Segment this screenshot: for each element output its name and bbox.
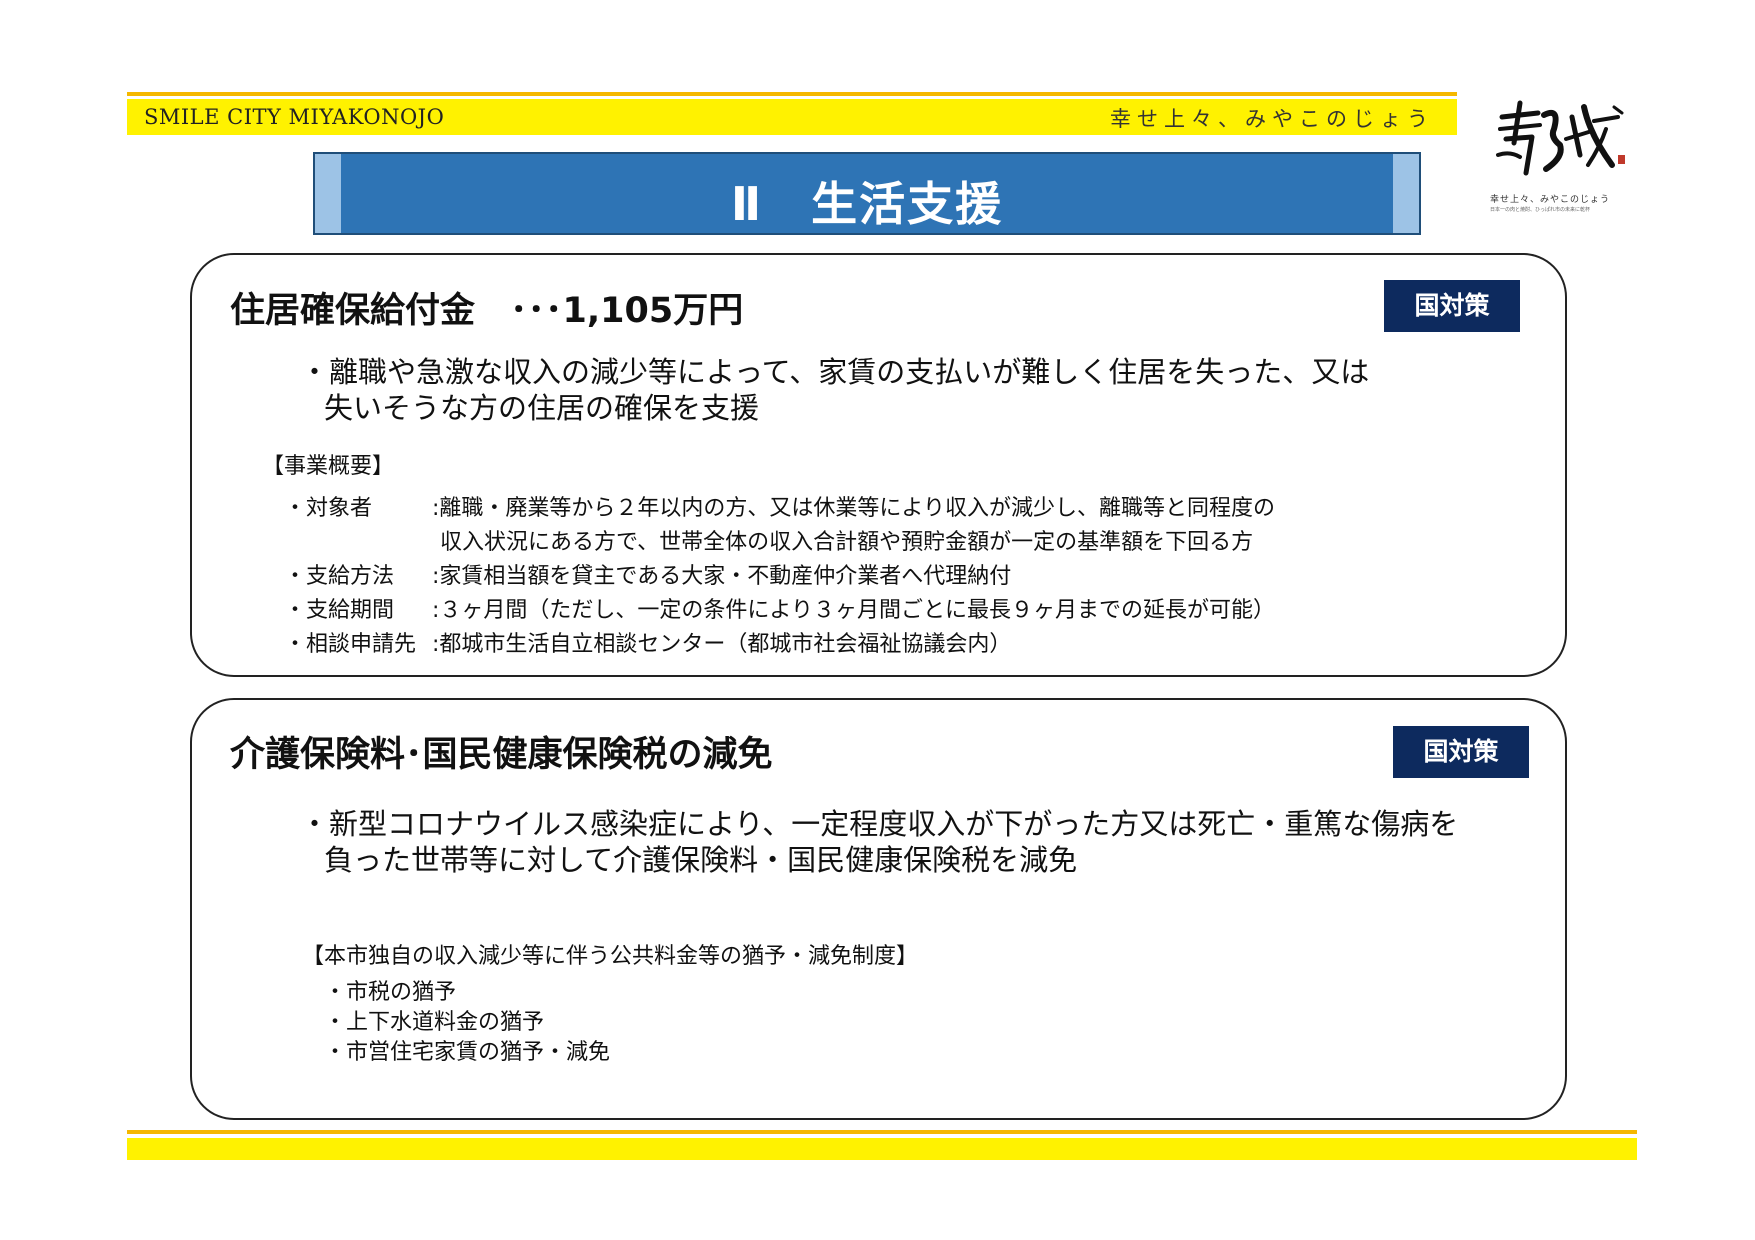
overview-label: ・支給期間 xyxy=(284,598,395,623)
header-top-rule xyxy=(127,92,1457,96)
description-line: ・離職や急激な収入の減少等によって、家賃の支払いが難しく住居を失った、又は xyxy=(300,355,1370,389)
overview-label: ・相談申請先 xyxy=(284,632,417,657)
housing-benefit-title: 住居確保給付金 ･･･1,105万円 xyxy=(230,291,744,331)
national-measure-badge: 国対策 xyxy=(1384,280,1520,332)
overview-value: :家賃相当額を貸主である大家・不動産仲介業者へ代理納付 xyxy=(432,564,1012,589)
overview-row: ・対象者 :離職・廃業等から２年以内の方、又は休業等により収入が減少し、離職等と同… xyxy=(284,490,1275,522)
overview-value: :離職・廃業等から２年以内の方、又は休業等により収入が減少し、離職等と同程度の xyxy=(432,496,1275,521)
brand-name: SMILE CITY MIYAKONOJO xyxy=(144,105,445,129)
local-system-heading: 【本市独自の収入減少等に伴う公共料金等の猶予・減免制度】 xyxy=(302,944,919,969)
city-logo: 幸せ上々、みやこのじょう 日本一の肉と焼酎、ひっぱれ市の未来に乾杯 xyxy=(1480,95,1630,215)
overview-row: ・支給方法 :家賃相当額を貸主である大家・不動産仲介業者へ代理納付 xyxy=(284,558,1011,590)
logo-caption: 幸せ上々、みやこのじょう xyxy=(1490,195,1611,205)
insurance-reduction-title: 介護保険料･国民健康保険税の減免 xyxy=(230,735,773,775)
overview-heading: 【事業概要】 xyxy=(262,454,395,479)
city-logo-calligraphy-icon xyxy=(1496,100,1625,176)
footer-band xyxy=(127,1138,1637,1160)
section-title-bar: Ⅱ 生活支援 xyxy=(313,152,1421,235)
overview-label: ・支給方法 xyxy=(284,564,395,589)
footer-top-rule xyxy=(127,1130,1637,1134)
insurance-reduction-description: ・新型コロナウイルス感染症により、一定程度収入が下がった方又は死亡・重篤な傷病を… xyxy=(300,806,1458,878)
overview-row: ・相談申請先 :都城市生活自立相談センター（都城市社会福祉協議会内） xyxy=(284,626,1011,658)
overview-value: :都城市生活自立相談センター（都城市社会福祉協議会内） xyxy=(432,632,1012,657)
housing-benefit-description: ・離職や急激な収入の減少等によって、家賃の支払いが難しく住居を失った、又は 失い… xyxy=(300,354,1369,426)
description-line: 負った世帯等に対して介護保険料・国民健康保険税を減免 xyxy=(324,843,1078,877)
brand-slogan: 幸せ上々、みやこのじょう xyxy=(1110,107,1434,131)
logo-subcaption: 日本一の肉と焼酎、ひっぱれ市の未来に乾杯 xyxy=(1490,207,1591,213)
national-measure-badge: 国対策 xyxy=(1393,726,1529,778)
overview-row: 収入状況にある方で、世帯全体の収入合計額や預貯金額が一定の基準額を下回る方 xyxy=(284,524,1253,556)
local-system-item: ・上下水道料金の猶予 xyxy=(324,1010,545,1035)
overview-value: 収入状況にある方で、世帯全体の収入合計額や預貯金額が一定の基準額を下回る方 xyxy=(440,530,1254,555)
description-line: ・新型コロナウイルス感染症により、一定程度収入が下がった方又は死亡・重篤な傷病を xyxy=(300,807,1459,841)
overview-row: ・支給期間 :３ヶ月間（ただし、一定の条件により３ヶ月間ごとに最長９ヶ月までの延長… xyxy=(284,592,1275,624)
description-line: 失いそうな方の住居の確保を支援 xyxy=(324,391,760,425)
section-title: Ⅱ 生活支援 xyxy=(730,177,1004,231)
overview-value: :３ヶ月間（ただし、一定の条件により３ヶ月間ごとに最長９ヶ月までの延長が可能） xyxy=(432,598,1275,623)
local-system-item: ・市税の猶予 xyxy=(324,980,457,1005)
local-system-item: ・市営住宅家賃の猶予・減免 xyxy=(324,1040,611,1065)
overview-label: ・対象者 xyxy=(284,496,373,521)
